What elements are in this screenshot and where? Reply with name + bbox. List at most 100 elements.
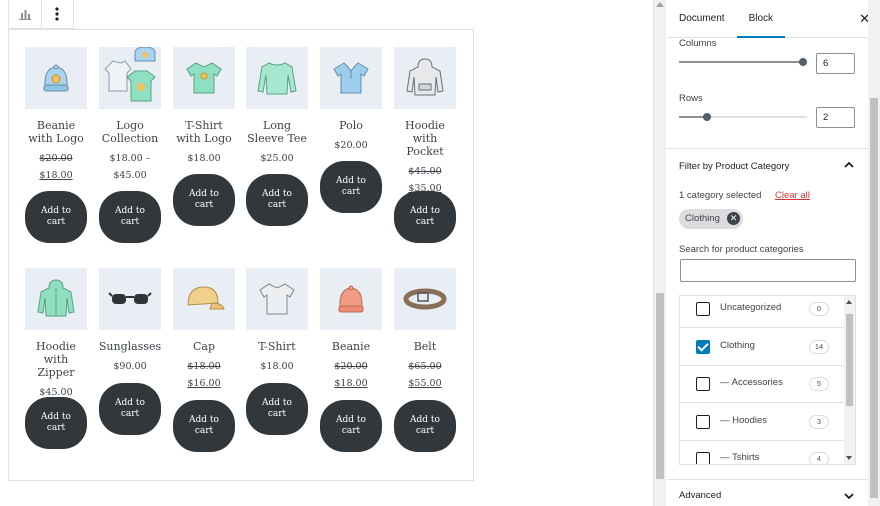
more-vertical-icon[interactable]	[40, 0, 73, 28]
category-row[interactable]: — Tshirts 4	[680, 440, 845, 464]
product-title[interactable]: Cap	[172, 340, 236, 353]
category-checkbox[interactable]	[696, 302, 710, 316]
add-to-cart-button[interactable]: Add to cart	[394, 400, 456, 452]
price: $18.00 – $45.00	[109, 153, 151, 181]
tab-block[interactable]: Block	[736, 0, 786, 38]
chevron-down-icon[interactable]	[844, 491, 854, 503]
selected-count: 1 category selected	[679, 190, 762, 201]
columns-input[interactable]: 6	[816, 53, 855, 74]
add-to-cart-button[interactable]: Add to cart	[99, 191, 161, 243]
product-title[interactable]: T-Shirt	[245, 340, 309, 353]
category-label: Clothing	[720, 339, 755, 351]
product-title[interactable]: Sunglasses	[98, 340, 162, 353]
hoodie-pocket-icon[interactable]	[394, 47, 456, 109]
category-count: 4	[809, 452, 829, 464]
add-to-cart-button[interactable]: Add to cart	[99, 383, 161, 435]
product-card: T-Shirt $18.00 Add to cart	[245, 268, 309, 468]
columns-label: Columns	[679, 38, 717, 49]
product-title[interactable]: Beanie	[319, 340, 383, 353]
original-price: $45.00	[408, 166, 442, 177]
sale-price: $18.00	[334, 378, 368, 389]
sidebar-scrollbar[interactable]	[868, 0, 880, 506]
add-to-cart-button[interactable]: Add to cart	[173, 400, 235, 452]
clear-all-link[interactable]: Clear all	[775, 190, 810, 201]
product-title[interactable]: Hoodie with Zipper	[24, 340, 88, 379]
add-to-cart-button[interactable]: Add to cart	[173, 174, 235, 226]
beanie-icon[interactable]	[320, 268, 382, 330]
category-checkbox[interactable]	[696, 339, 710, 354]
chip-label: Clothing	[685, 213, 720, 224]
category-row[interactable]: Clothing 14	[680, 328, 845, 366]
original-price: $20.00	[334, 361, 368, 372]
category-label: — Hoodies	[720, 414, 767, 426]
price: $90.00	[113, 361, 147, 372]
cap-icon[interactable]	[173, 268, 235, 330]
product-title[interactable]: Long Sleeve Tee	[245, 119, 309, 145]
category-count: 0	[809, 302, 829, 316]
category-row[interactable]: — Hoodies 3	[680, 403, 845, 441]
block-toolbar	[8, 0, 74, 29]
category-checkbox[interactable]	[696, 414, 710, 429]
original-price: $20.00	[39, 153, 73, 164]
original-price: $18.00	[187, 361, 221, 372]
product-price: $20.00	[319, 137, 383, 154]
product-title[interactable]: Logo Collection	[98, 119, 162, 145]
product-price: $20.00 $18.00	[319, 358, 383, 392]
bar-chart-icon[interactable]	[9, 0, 41, 28]
category-row[interactable]: Uncategorized 0	[680, 296, 845, 328]
category-search-input[interactable]	[680, 259, 856, 282]
add-to-cart-button[interactable]: Add to cart	[394, 191, 456, 243]
product-title[interactable]: Hoodie with Pocket	[393, 119, 457, 158]
logo-collection-icon[interactable]	[99, 47, 161, 109]
add-to-cart-button[interactable]: Add to cart	[246, 174, 308, 226]
product-title[interactable]: Beanie with Logo	[24, 119, 88, 145]
tab-document[interactable]: Document	[667, 0, 737, 38]
long-sleeve-tee-icon[interactable]	[246, 47, 308, 109]
editor-scrollbar[interactable]	[654, 0, 666, 506]
add-to-cart-button[interactable]: Add to cart	[25, 397, 87, 449]
filter-panel-title[interactable]: Filter by Product Category	[679, 161, 789, 172]
remove-chip-icon[interactable]: ✕	[727, 212, 740, 225]
product-card: Hoodie with Zipper $45.00 Add to cart	[24, 268, 88, 468]
product-card: T-Shirt with Logo $18.00 Add to cart	[172, 47, 236, 247]
product-card: Hoodie with Pocket $45.00 $35.00 Add to car…	[393, 47, 457, 247]
category-count: 14	[809, 339, 829, 354]
rows-slider[interactable]	[679, 113, 807, 121]
add-to-cart-button[interactable]: Add to cart	[320, 161, 382, 213]
divider	[667, 148, 869, 149]
add-to-cart-button[interactable]: Add to cart	[25, 191, 87, 243]
belt-icon[interactable]	[394, 268, 456, 330]
tshirt-logo-icon[interactable]	[173, 47, 235, 109]
polo-icon[interactable]	[320, 47, 382, 109]
category-list-scrollbar[interactable]	[844, 296, 855, 464]
product-title[interactable]: Belt	[393, 340, 457, 353]
beanie-logo-icon[interactable]	[25, 47, 87, 109]
chevron-up-icon[interactable]	[844, 159, 854, 171]
advanced-panel-title[interactable]: Advanced	[679, 490, 721, 501]
sunglasses-icon[interactable]	[99, 268, 161, 330]
tshirt-icon[interactable]	[246, 268, 308, 330]
product-title[interactable]: Polo	[319, 119, 383, 132]
add-to-cart-button[interactable]: Add to cart	[246, 383, 308, 435]
price: $25.00	[260, 153, 294, 164]
product-card: Sunglasses $90.00 Add to cart	[98, 268, 162, 468]
product-price: $18.00 – $45.00	[98, 150, 162, 184]
category-checkbox[interactable]	[696, 377, 710, 391]
rows-input[interactable]: 2	[816, 107, 855, 128]
product-card: Cap $18.00 $16.00 Add to cart	[172, 268, 236, 468]
product-card: Belt $65.00 $55.00 Add to cart	[393, 268, 457, 468]
columns-slider[interactable]	[679, 58, 807, 66]
sale-price: $16.00	[187, 378, 221, 389]
category-chip: Clothing ✕	[679, 209, 743, 229]
add-to-cart-button[interactable]: Add to cart	[320, 400, 382, 452]
price: $18.00	[260, 361, 294, 372]
category-checkbox[interactable]	[696, 452, 710, 464]
category-label: — Tshirts	[720, 452, 760, 463]
product-title[interactable]: T-Shirt with Logo	[172, 119, 236, 145]
search-label: Search for product categories	[679, 244, 804, 255]
category-label: Uncategorized	[720, 302, 782, 313]
category-count: 3	[809, 414, 829, 429]
category-row[interactable]: — Accessories 5	[680, 365, 845, 403]
hoodie-zipper-icon[interactable]	[25, 268, 87, 330]
category-list: Uncategorized 0 Clothing 14— Accessories 5— …	[679, 295, 856, 465]
